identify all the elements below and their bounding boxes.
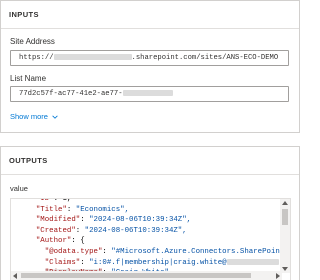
- site-address-prefix: https://: [19, 54, 54, 62]
- json-value: 1,: [62, 198, 72, 203]
- vertical-scrollbar[interactable]: [280, 199, 290, 273]
- json-output-box[interactable]: "ID": 1, "Title": "Economics", "Modified…: [10, 198, 291, 280]
- list-name-label: List Name: [10, 74, 47, 83]
- json-key: "Claims": [44, 258, 81, 267]
- redacted-tenant: [53, 54, 132, 61]
- json-key: "Author": [35, 237, 72, 246]
- code-line: "Modified": "2024-08-06T10:39:34Z",: [35, 216, 192, 225]
- json-key: "ID": [35, 198, 54, 203]
- json-code: "ID": 1, "Title": "Economics", "Modified…: [27, 198, 290, 279]
- list-name-value: 77d2c57f-ac77-41e2-ae77-: [19, 90, 123, 98]
- json-key: "Modified": [35, 216, 81, 225]
- outputs-panel: OUTPUTS value "ID": 1, "Title": "Economi…: [0, 146, 300, 280]
- code-line: "Created": "2024-08-06T10:39:34Z",: [35, 226, 187, 235]
- horizontal-scrollbar[interactable]: [11, 271, 282, 280]
- inputs-panel: INPUTS Site Address https:// .sharepoint.…: [0, 0, 300, 133]
- vertical-scroll-thumb[interactable]: [282, 209, 288, 225]
- chevron-down-icon: [52, 115, 58, 119]
- json-value: "2024-08-06T10:39:34Z",: [84, 226, 187, 235]
- scroll-down-icon[interactable]: [282, 267, 288, 271]
- horizontal-scroll-thumb[interactable]: [21, 273, 251, 278]
- json-value: "Economics",: [75, 205, 130, 214]
- json-value: "i:0#.f|membership|craig.white@: [89, 258, 227, 267]
- redacted-domain: [226, 258, 279, 265]
- show-more-label: Show more: [10, 112, 48, 121]
- code-line: "ID": 1,: [27, 198, 278, 205]
- code-line: "Author": {: [35, 237, 85, 246]
- json-key: "Created": [35, 226, 76, 235]
- code-line: "@odata.type": "#Microsoft.Azure.Connect…: [27, 247, 290, 258]
- site-address-label: Site Address: [10, 37, 55, 46]
- scroll-up-icon[interactable]: [282, 201, 288, 205]
- code-line: "Claims": "i:0#.f|membership|craig.white…: [27, 258, 290, 269]
- inputs-title: INPUTS: [9, 10, 39, 19]
- json-value: "2024-08-06T10:39:34Z",: [89, 216, 192, 225]
- site-address-field[interactable]: https:// .sharepoint.com/sites/ANS-ECO-DE…: [10, 50, 289, 66]
- site-address-suffix: .sharepoint.com/sites/ANS-ECO-DEMO: [131, 54, 279, 62]
- scroll-left-icon[interactable]: [13, 273, 17, 279]
- show-more-link[interactable]: Show more: [10, 112, 58, 121]
- json-key: "Title": [35, 205, 67, 214]
- scroll-right-icon[interactable]: [276, 273, 280, 279]
- outputs-header: OUTPUTS: [1, 147, 299, 175]
- code-line: "Title": "Economics",: [35, 205, 130, 214]
- json-key: "@odata.type": [44, 247, 103, 256]
- value-label: value: [10, 184, 28, 193]
- redacted-list-id: [122, 90, 173, 97]
- json-value: {: [80, 237, 85, 246]
- inputs-header: INPUTS: [1, 1, 299, 29]
- json-value: "#Microsoft.Azure.Connectors.SharePoint.…: [111, 247, 290, 256]
- list-name-field[interactable]: 77d2c57f-ac77-41e2-ae77-: [10, 86, 289, 102]
- outputs-title: OUTPUTS: [9, 156, 48, 165]
